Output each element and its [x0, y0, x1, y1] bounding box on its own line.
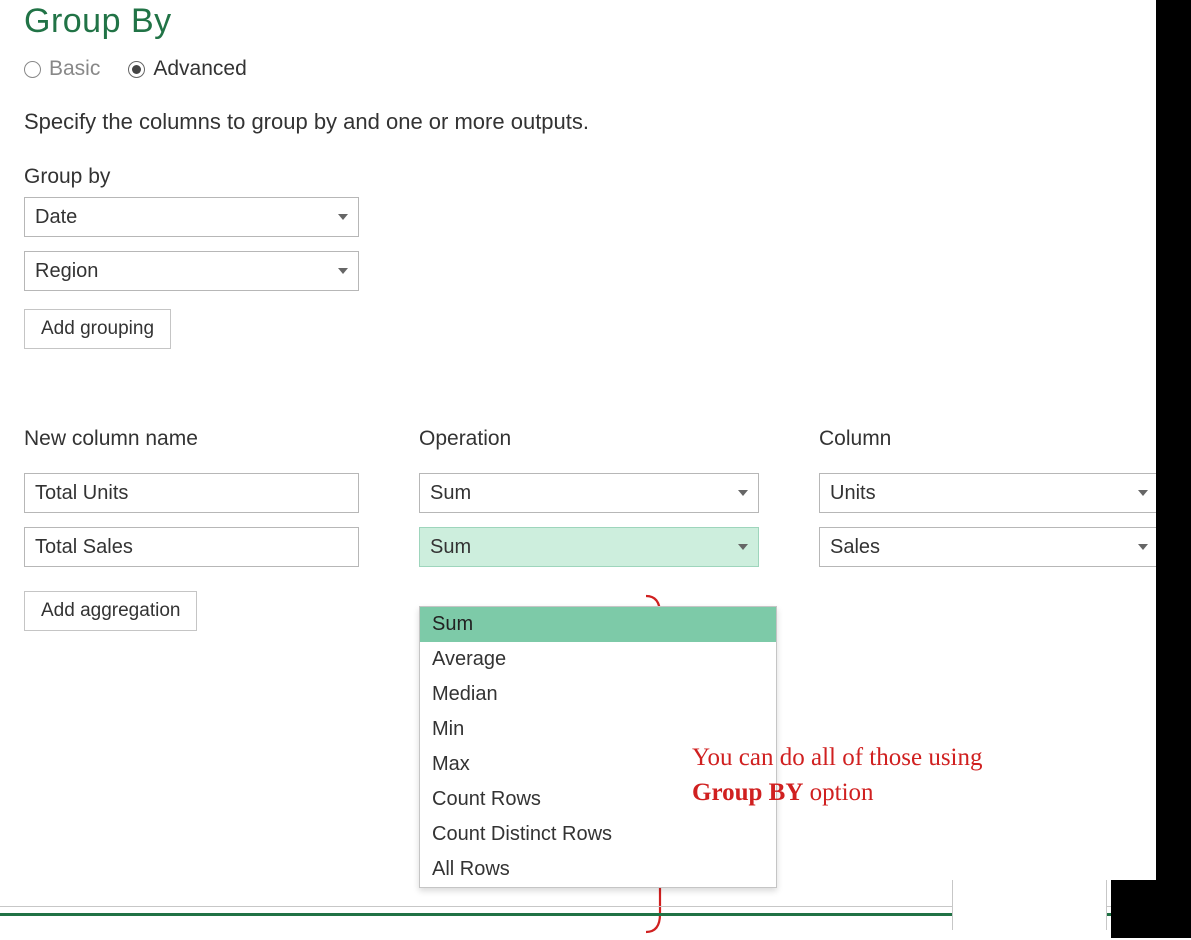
mode-advanced-radio[interactable]: Advanced — [128, 57, 246, 81]
new-column-input-1-field[interactable] — [35, 528, 348, 566]
header-new-column-name: New column name — [24, 427, 359, 451]
annotation-line2-bold: Group BY — [692, 779, 803, 806]
annotation-line2-rest: option — [803, 779, 873, 806]
add-grouping-button[interactable]: Add grouping — [24, 309, 171, 349]
dialog-description: Specify the columns to group by and one … — [24, 109, 1167, 135]
operation-option-average[interactable]: Average — [420, 642, 776, 677]
group-by-select-1-value: Region — [35, 260, 98, 283]
group-by-label: Group by — [24, 165, 1167, 189]
radio-icon — [24, 61, 41, 78]
chevron-down-icon — [738, 490, 748, 496]
operation-select-1-value: Sum — [430, 536, 471, 559]
right-edge-blob — [1111, 880, 1191, 938]
chevron-down-icon — [1138, 490, 1148, 496]
group-by-select-0[interactable]: Date — [24, 197, 359, 237]
chevron-down-icon — [338, 268, 348, 274]
new-column-input-0-field[interactable] — [35, 474, 348, 512]
annotation-text: You can do all of those using Group BY o… — [692, 740, 983, 810]
operation-select-0-value: Sum — [430, 482, 471, 505]
group-by-select-0-value: Date — [35, 206, 77, 229]
column-select-0-value: Units — [830, 482, 876, 505]
operation-option-all-rows[interactable]: All Rows — [420, 852, 776, 887]
mode-basic-label: Basic — [49, 57, 100, 81]
column-select-1-value: Sales — [830, 536, 880, 559]
column-select-1[interactable]: Sales — [819, 527, 1159, 567]
mode-radio-group: Basic Advanced — [24, 57, 1167, 81]
operation-select-1[interactable]: Sum — [419, 527, 759, 567]
aggregations-header-row: New column name Operation Column — [24, 427, 1167, 459]
operation-option-sum[interactable]: Sum — [420, 607, 776, 642]
column-select-0[interactable]: Units — [819, 473, 1159, 513]
operation-option-median[interactable]: Median — [420, 677, 776, 712]
mode-basic-radio[interactable]: Basic — [24, 57, 100, 81]
new-column-input-1[interactable] — [24, 527, 359, 567]
chevron-down-icon — [738, 544, 748, 550]
operation-option-count-distinct-rows[interactable]: Count Distinct Rows — [420, 817, 776, 852]
dialog-title: Group By — [24, 2, 1167, 41]
right-edge-strip — [1156, 0, 1191, 938]
radio-icon — [128, 61, 145, 78]
annotation-line1: You can do all of those using — [692, 744, 983, 771]
new-column-input-0[interactable] — [24, 473, 359, 513]
chevron-down-icon — [338, 214, 348, 220]
background-cell — [952, 880, 1107, 930]
header-column: Column — [819, 427, 1159, 451]
add-aggregation-button[interactable]: Add aggregation — [24, 591, 197, 631]
group-by-select-1[interactable]: Region — [24, 251, 359, 291]
operation-select-0[interactable]: Sum — [419, 473, 759, 513]
chevron-down-icon — [1138, 544, 1148, 550]
header-operation: Operation — [419, 427, 759, 451]
mode-advanced-label: Advanced — [153, 57, 246, 81]
